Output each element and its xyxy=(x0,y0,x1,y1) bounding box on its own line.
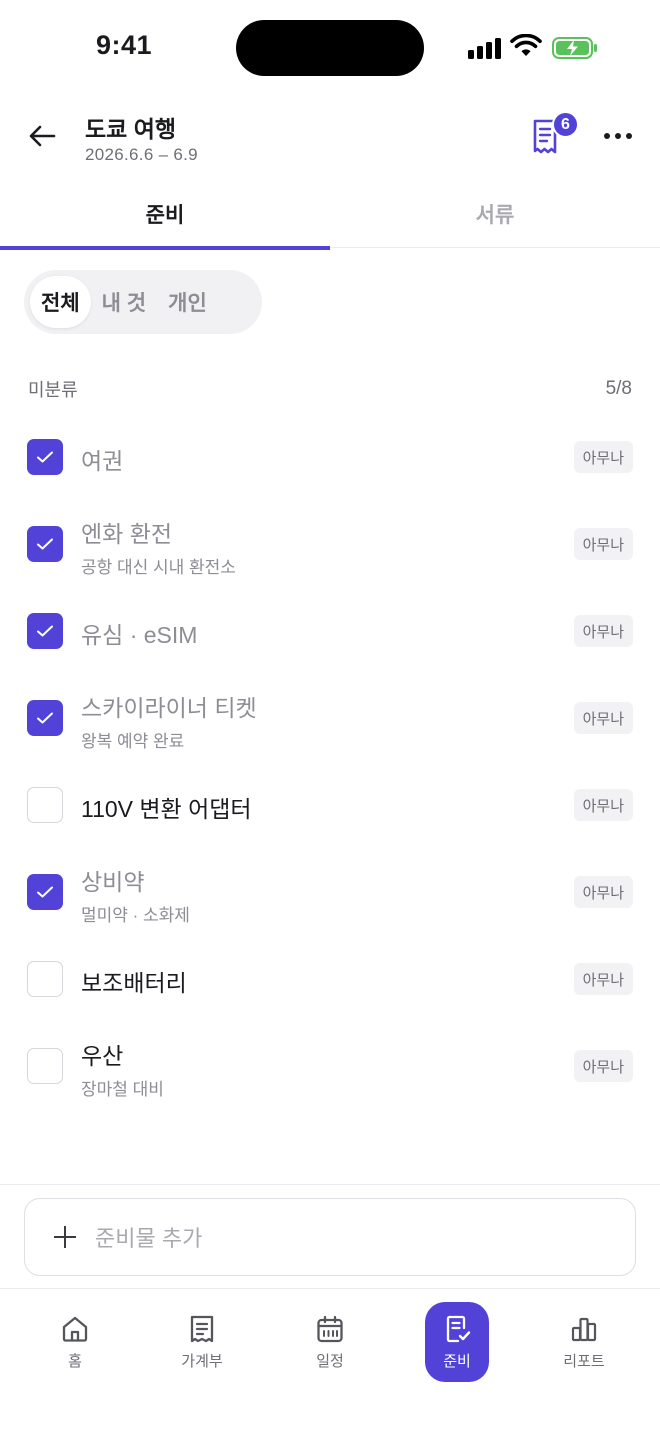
item-note: 공항 대신 시내 환전소 xyxy=(81,558,236,577)
tab-bar: 준비 서류 xyxy=(0,180,660,250)
tab-documents[interactable]: 서류 xyxy=(330,180,660,248)
status-time: 9:41 xyxy=(96,30,153,60)
assignee-chip[interactable]: 아무나 xyxy=(573,789,633,821)
status-bar: 9:41 xyxy=(0,0,660,96)
dynamic-island xyxy=(236,20,424,76)
owner-filter: 전체 내 것 개인 xyxy=(24,270,262,334)
nav-schedule-label: 일정 xyxy=(316,1352,344,1370)
assignee-chip[interactable]: 아무나 xyxy=(573,441,633,473)
tab-prepare[interactable]: 준비 xyxy=(0,180,330,250)
check-icon xyxy=(37,712,53,724)
checklist-item[interactable]: 엔화 환전공항 대신 시내 환전소 아무나 xyxy=(0,500,660,587)
assignee-chip[interactable]: 아무나 xyxy=(573,702,633,734)
checklist-item[interactable]: 110V 변환 어댑터 아무나 xyxy=(0,761,660,848)
item-title: 유심 · eSIM xyxy=(81,622,198,648)
item-title: 여권 xyxy=(81,448,124,474)
item-checkbox[interactable] xyxy=(27,700,63,736)
assignee-chip[interactable]: 아무나 xyxy=(573,876,633,908)
arrow-left-icon xyxy=(29,125,56,147)
add-item-bar: 준비물 추가 xyxy=(0,1184,660,1288)
more-dot-icon xyxy=(626,133,632,139)
nav-prepare-label: 준비 xyxy=(443,1352,471,1370)
checklist: 여권 아무나 엔화 환전 공항 대신 시내 환전소 아무나 유심 · eSIM 아무나 스카이… xyxy=(0,413,660,1109)
section-title: 미분류 xyxy=(28,380,78,400)
item-checkbox[interactable] xyxy=(27,1048,63,1084)
more-dot-icon xyxy=(604,133,610,139)
cellular-signal-icon xyxy=(468,37,502,59)
checklist-item[interactable]: 상비약멀미약 · 소화제 아무나 xyxy=(0,848,660,935)
add-item-input[interactable]: 준비물 추가 xyxy=(24,1198,636,1276)
assignee-chip[interactable]: 아무나 xyxy=(573,1050,633,1082)
item-checkbox[interactable] xyxy=(27,874,63,910)
item-title: 상비약 xyxy=(81,869,145,895)
battery-charging-icon xyxy=(552,37,597,59)
check-icon xyxy=(37,451,53,463)
item-title: 우산 xyxy=(81,1043,124,1069)
receipts-count-badge: 6 xyxy=(552,111,579,138)
check-icon xyxy=(37,538,53,550)
calendar-icon xyxy=(317,1315,343,1342)
item-note: 왕복 예약 완료 xyxy=(81,732,185,751)
item-checkbox[interactable] xyxy=(27,526,63,562)
assignee-chip[interactable]: 아무나 xyxy=(573,528,633,560)
more-options-button[interactable] xyxy=(598,120,638,152)
item-title: 보조배터리 xyxy=(81,970,187,996)
app-header: 도쿄 여행 2026.6.6 – 6.9 6 xyxy=(0,100,660,178)
check-icon xyxy=(37,886,53,898)
add-item-placeholder: 준비물 추가 xyxy=(95,1226,203,1251)
checklist-item[interactable]: 유심 · eSIM 아무나 xyxy=(0,587,660,674)
checklist-item[interactable]: 스카이라이너 티켓왕복 예약 완료 아무나 xyxy=(0,674,660,761)
nav-prepare[interactable]: 준비 xyxy=(425,1302,489,1382)
trip-dates: 2026.6.6 – 6.9 xyxy=(85,145,198,164)
bottom-navigation: 홈 가계부 일정 준비 리포트 xyxy=(0,1288,660,1434)
item-note: 멀미약 · 소화제 xyxy=(81,906,190,925)
item-checkbox[interactable] xyxy=(27,787,63,823)
trip-title: 도쿄 여행 xyxy=(85,116,177,142)
item-checkbox[interactable] xyxy=(27,439,63,475)
nav-report-label: 리포트 xyxy=(563,1352,605,1370)
filter-personal[interactable]: 개인 xyxy=(157,276,218,328)
item-title: 엔화 환전 xyxy=(81,521,173,547)
item-checkbox[interactable] xyxy=(27,613,63,649)
assignee-chip[interactable]: 아무나 xyxy=(573,615,633,647)
nav-home[interactable]: 홈 xyxy=(43,1302,107,1382)
checklist-item[interactable]: 보조배터리 아무나 xyxy=(0,935,660,1022)
nav-ledger[interactable]: 가계부 xyxy=(170,1302,234,1382)
filter-mine[interactable]: 내 것 xyxy=(91,276,157,328)
home-icon xyxy=(62,1316,88,1342)
more-dot-icon xyxy=(615,133,621,139)
nav-schedule[interactable]: 일정 xyxy=(298,1302,362,1382)
plus-icon xyxy=(53,1225,77,1249)
item-title: 110V 변환 어댑터 xyxy=(81,796,252,822)
checklist-icon xyxy=(446,1315,471,1342)
nav-report[interactable]: 리포트 xyxy=(552,1302,616,1382)
assignee-chip[interactable]: 아무나 xyxy=(573,963,633,995)
item-checkbox[interactable] xyxy=(27,961,63,997)
nav-home-label: 홈 xyxy=(68,1352,82,1370)
check-icon xyxy=(37,625,53,637)
wifi-icon xyxy=(510,34,542,56)
nav-ledger-label: 가계부 xyxy=(181,1352,223,1370)
section-progress-count: 5/8 xyxy=(605,378,632,399)
checklist-item[interactable]: 우산장마철 대비 아무나 xyxy=(0,1022,660,1109)
item-title: 스카이라이너 티켓 xyxy=(81,695,257,721)
item-note: 장마철 대비 xyxy=(81,1080,164,1099)
back-button[interactable] xyxy=(22,116,62,156)
receipt-icon xyxy=(190,1315,214,1342)
filter-all[interactable]: 전체 xyxy=(30,276,91,328)
checklist-item[interactable]: 여권 아무나 xyxy=(0,413,660,500)
bar-chart-icon xyxy=(571,1317,597,1341)
